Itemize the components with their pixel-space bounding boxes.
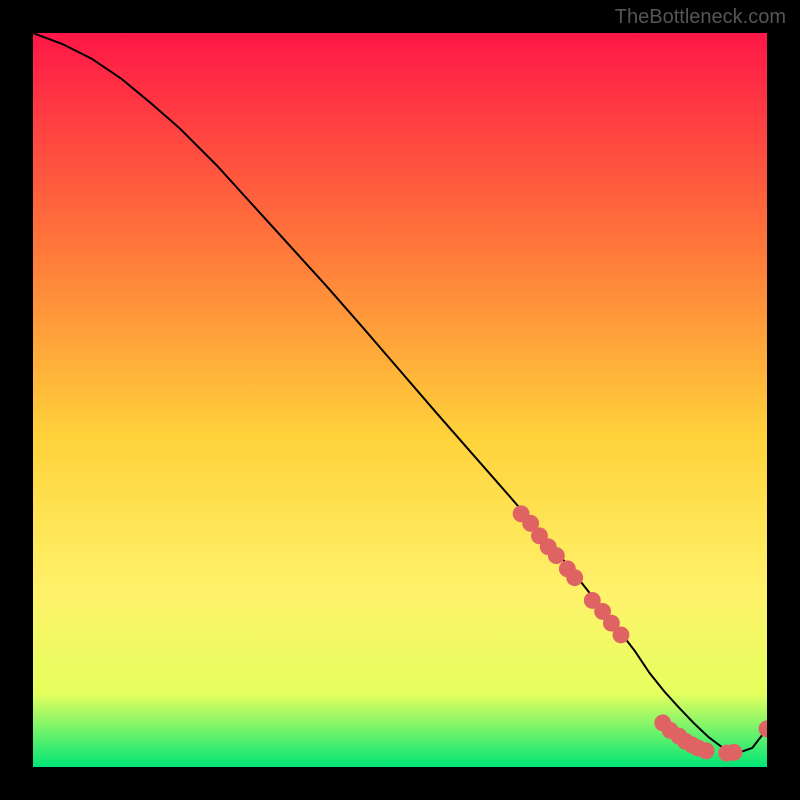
curve-layer bbox=[33, 33, 767, 767]
data-point bbox=[566, 569, 583, 586]
bottleneck-curve bbox=[33, 33, 767, 753]
data-point bbox=[698, 742, 715, 759]
data-point bbox=[726, 744, 743, 761]
watermark-text: TheBottleneck.com bbox=[615, 6, 786, 29]
data-point bbox=[612, 626, 629, 643]
plot-area bbox=[33, 33, 767, 767]
chart-stage: TheBottleneck.com bbox=[0, 0, 800, 800]
data-point bbox=[759, 720, 767, 737]
data-point bbox=[548, 547, 565, 564]
